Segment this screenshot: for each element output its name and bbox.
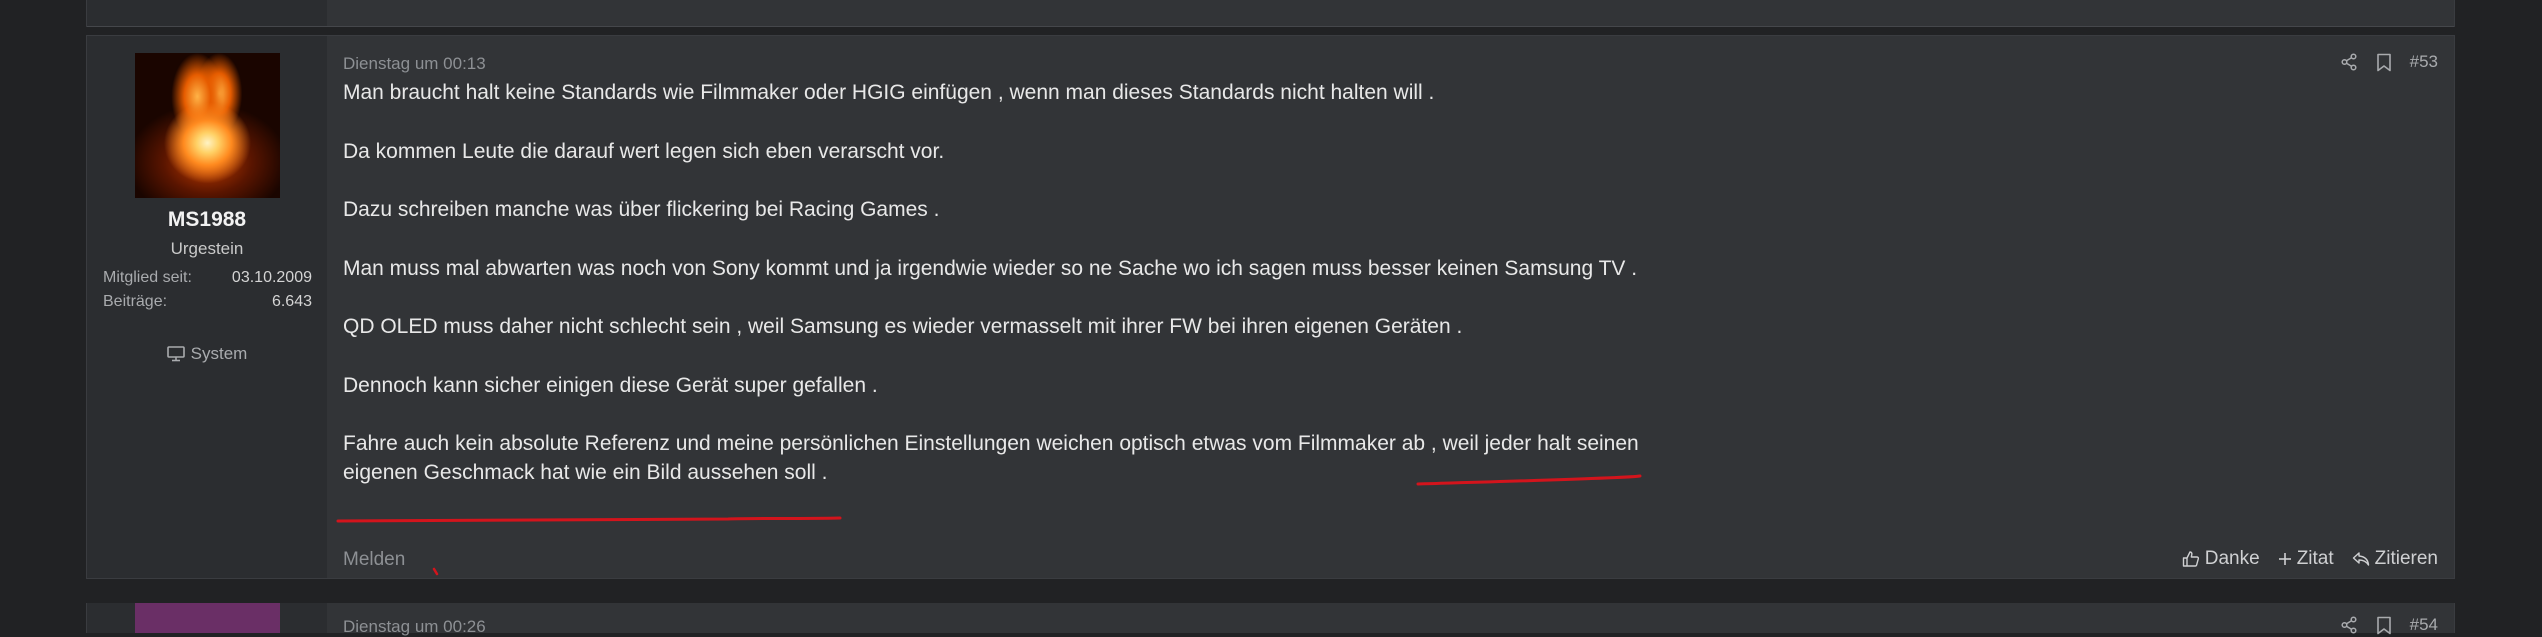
post-date[interactable]: Dienstag um 00:13	[343, 54, 486, 74]
post-54: Dienstag um 00:26 #54	[86, 603, 2455, 636]
post-paragraph: Da kommen Leute die darauf wert legen si…	[343, 139, 945, 163]
post-paragraph: Fahre auch kein absolute Referenz und me…	[343, 432, 1639, 484]
monitor-icon	[166, 346, 185, 362]
post-main: Dienstag um 00:13 #53 Man braucht halt k…	[327, 35, 2454, 579]
post-actions: Danke Zitat Zitieren	[2182, 548, 2438, 570]
post-number[interactable]: #54	[2410, 615, 2438, 635]
post-paragraph: Dazu schreiben manche was über flickerin…	[343, 198, 940, 221]
plus-icon	[2278, 553, 2291, 565]
thread-post-list: MS1988 Urgestein Mitglied seit: 03.10.20…	[86, 0, 2455, 636]
like-button[interactable]: Danke	[2182, 548, 2260, 570]
share-icon[interactable]	[2340, 53, 2358, 71]
previous-post-user-panel	[87, 0, 327, 27]
reply-icon	[2352, 552, 2369, 566]
thumbs-up-icon	[2182, 551, 2199, 567]
share-icon[interactable]	[2340, 616, 2358, 634]
joined-label: Mitglied seit:	[103, 269, 192, 286]
reply-label: Zitieren	[2374, 548, 2438, 569]
user-panel	[87, 603, 327, 633]
post-main: Dienstag um 00:26 #54	[327, 603, 2454, 636]
post-tools: #53	[2340, 52, 2438, 72]
bookmark-icon[interactable]	[2376, 53, 2392, 72]
posts-count-label: Beiträge:	[103, 293, 168, 310]
user-title: Urgestein	[170, 239, 244, 258]
post-tools: #54	[2340, 615, 2438, 635]
posts-count-row: Beiträge: 6.643	[103, 293, 312, 311]
post-number[interactable]: #53	[2410, 52, 2438, 72]
quote-label: Zitat	[2296, 548, 2334, 569]
like-label: Danke	[2204, 548, 2260, 569]
username[interactable]: MS1988	[87, 208, 327, 232]
post-paragraph: Man braucht halt keine Standards wie Fil…	[343, 81, 1435, 104]
post-53: MS1988 Urgestein Mitglied seit: 03.10.20…	[86, 35, 2455, 579]
system-label: System	[190, 344, 248, 363]
quote-button[interactable]: Zitat	[2278, 548, 2334, 570]
post-paragraph: Dennoch kann sicher einigen diese Gerät …	[343, 373, 878, 397]
previous-post	[86, 0, 2455, 27]
posts-count-value: 6.643	[271, 293, 312, 310]
post-date[interactable]: Dienstag um 00:26	[343, 617, 486, 637]
post-paragraph: Man muss mal abwarten was noch von Sony …	[343, 256, 1638, 280]
reply-button[interactable]: Zitieren	[2352, 548, 2438, 570]
previous-post-main	[327, 0, 2454, 27]
avatar[interactable]	[135, 603, 280, 633]
user-panel: MS1988 Urgestein Mitglied seit: 03.10.20…	[87, 35, 327, 579]
report-link[interactable]: Melden	[343, 549, 405, 571]
post-paragraph: QD OLED muss daher nicht schlecht sein ,…	[343, 315, 1463, 338]
post-body: Man braucht halt keine Standards wie Fil…	[343, 78, 2043, 487]
bookmark-icon[interactable]	[2376, 616, 2392, 635]
joined-value: 03.10.2009	[231, 269, 312, 286]
avatar[interactable]	[135, 53, 280, 198]
system-link[interactable]: System	[87, 344, 327, 364]
joined-row: Mitglied seit: 03.10.2009	[103, 269, 312, 287]
